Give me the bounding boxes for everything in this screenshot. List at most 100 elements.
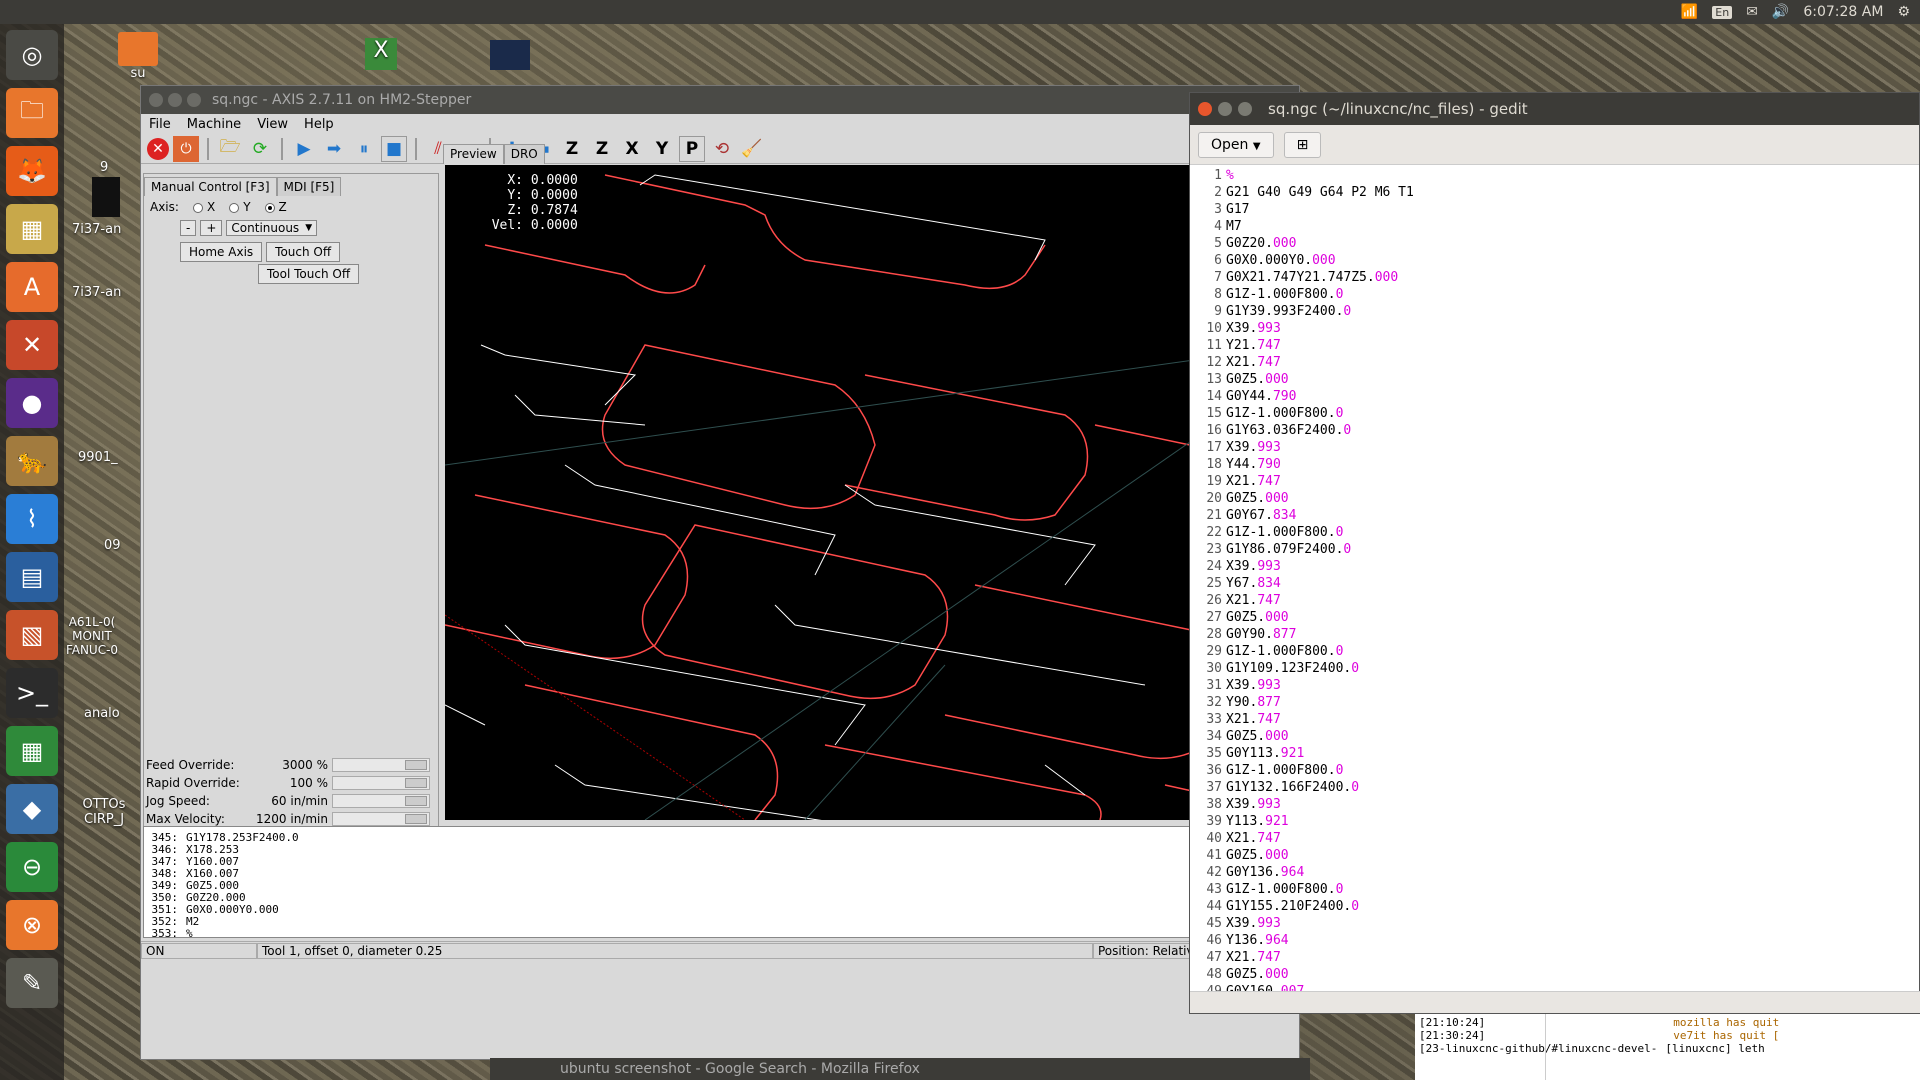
close-button[interactable] bbox=[1198, 102, 1212, 116]
desktop-icon-folder[interactable]: su bbox=[118, 32, 158, 81]
axis-radio-x[interactable]: X bbox=[192, 200, 215, 214]
axis-radio-z[interactable]: Z bbox=[264, 200, 287, 214]
menubar: File Machine View Help bbox=[141, 114, 1299, 134]
reload-icon[interactable]: ⟳ bbox=[247, 136, 273, 162]
editor-line: 45 X39.993 bbox=[1206, 916, 1281, 931]
spreadsheet-file-icon[interactable]: X bbox=[365, 38, 397, 70]
impress-icon[interactable]: ▧ bbox=[6, 610, 58, 660]
window-title: sq.ngc - AXIS 2.7.11 on HM2-Stepper bbox=[212, 92, 472, 108]
desktop-file-icon[interactable] bbox=[92, 177, 120, 217]
xampp-icon[interactable]: ⊗ bbox=[6, 900, 58, 950]
volume-icon[interactable]: 🔊 bbox=[1772, 4, 1789, 20]
editor-line: 41 G0Z5.000 bbox=[1206, 848, 1289, 863]
terminal-icon[interactable]: >_ bbox=[6, 668, 58, 718]
clear-plot-icon[interactable]: 🧹 bbox=[739, 136, 765, 162]
left-panel: Manual Control [F3] MDI [F5] Axis: X Y Z… bbox=[143, 173, 439, 898]
tool-touch-off-button[interactable]: Tool Touch Off bbox=[258, 264, 360, 284]
preview-tabs: Preview DRO bbox=[443, 144, 545, 164]
editor-line: 24 X39.993 bbox=[1206, 559, 1281, 574]
feed-override-slider[interactable] bbox=[332, 758, 430, 772]
gedit-titlebar[interactable]: sq.ngc (~/linuxcnc/nc_files) - gedit bbox=[1190, 93, 1919, 125]
editor-line: 10 X39.993 bbox=[1206, 321, 1281, 336]
axis-radio-y[interactable]: Y bbox=[229, 200, 251, 214]
gedit-window: sq.ngc (~/linuxcnc/nc_files) - gedit Ope… bbox=[1189, 92, 1920, 1014]
editor-line: 34 G0Z5.000 bbox=[1206, 729, 1289, 744]
wifi-icon[interactable]: 📶 bbox=[1681, 4, 1698, 20]
calculator-icon[interactable]: ▦ bbox=[6, 204, 58, 254]
editor-line: 29 G1Z-1.000F800.0 bbox=[1206, 644, 1344, 659]
view-p-icon[interactable]: P bbox=[679, 135, 705, 162]
toolpath-plot bbox=[445, 174, 1301, 820]
linuxcnc-icon[interactable]: ⊖ bbox=[6, 842, 58, 892]
eclipse-icon[interactable]: ● bbox=[6, 378, 58, 428]
ubuntu-dash-icon[interactable]: ◎ bbox=[6, 30, 58, 80]
mail-icon[interactable]: ✉ bbox=[1746, 4, 1758, 20]
editor-line: 12 X21.747 bbox=[1206, 355, 1281, 370]
text-editor-icon[interactable]: ✎ bbox=[6, 958, 58, 1008]
toolpath-preview[interactable]: X: 0.0000 Y: 0.0000 Z: 0.7874 Vel: 0.000… bbox=[445, 165, 1301, 820]
home-axis-button[interactable]: Home Axis bbox=[180, 242, 263, 262]
software-center-icon[interactable]: A bbox=[6, 262, 58, 312]
minimize-button[interactable] bbox=[1218, 102, 1232, 116]
firefox-window-titlebar[interactable]: ubuntu screenshot - Google Search - Mozi… bbox=[490, 1058, 1310, 1080]
new-tab-icon[interactable]: ⊞ bbox=[1283, 131, 1322, 158]
firefox-icon[interactable]: 🦊 bbox=[6, 146, 58, 196]
open-button[interactable]: Open ▼ bbox=[1198, 131, 1274, 158]
close-button[interactable] bbox=[149, 93, 163, 107]
estop-icon[interactable]: ✕ bbox=[147, 137, 169, 160]
files-icon[interactable]: 🗀 bbox=[6, 88, 58, 138]
view-x-icon[interactable]: X bbox=[619, 136, 645, 162]
screenshot-file-icon[interactable] bbox=[490, 40, 530, 70]
clock[interactable]: 6:07:28 AM bbox=[1803, 4, 1883, 20]
menu-file[interactable]: File bbox=[149, 117, 171, 132]
maximize-button[interactable] bbox=[1238, 102, 1252, 116]
menu-view[interactable]: View bbox=[257, 117, 288, 132]
editor-line: 17 X39.993 bbox=[1206, 440, 1281, 455]
run-icon[interactable]: ▶ bbox=[291, 136, 317, 162]
jog-minus-button[interactable]: - bbox=[180, 220, 197, 236]
view-z-icon[interactable]: Z bbox=[559, 136, 585, 162]
jog-plus-button[interactable]: + bbox=[200, 220, 223, 236]
chevron-down-icon: ▼ bbox=[1252, 140, 1261, 152]
pause-icon[interactable]: ⏸ bbox=[351, 136, 377, 162]
settings-icon[interactable]: ✕ bbox=[6, 320, 58, 370]
tab-mdi[interactable]: MDI [F5] bbox=[276, 177, 342, 196]
minimize-button[interactable] bbox=[168, 93, 182, 107]
view-y-icon[interactable]: Y bbox=[649, 136, 675, 162]
menu-help[interactable]: Help bbox=[304, 117, 334, 132]
axis-titlebar[interactable]: sq.ngc - AXIS 2.7.11 on HM2-Stepper bbox=[141, 86, 1299, 114]
menu-machine[interactable]: Machine bbox=[187, 117, 241, 132]
calc-icon[interactable]: ▦ bbox=[6, 726, 58, 776]
tab-preview[interactable]: Preview bbox=[443, 144, 504, 164]
stop-icon[interactable]: ■ bbox=[381, 135, 407, 162]
rapid-override-slider[interactable] bbox=[332, 776, 430, 790]
tab-dro[interactable]: DRO bbox=[503, 144, 545, 164]
writer-icon[interactable]: ▤ bbox=[6, 552, 58, 602]
power-icon[interactable]: ⏻ bbox=[173, 135, 199, 162]
monitor-icon[interactable]: ⌇ bbox=[6, 494, 58, 544]
editor-line: 36 G1Z-1.000F800.0 bbox=[1206, 763, 1344, 778]
python-icon[interactable]: ◆ bbox=[6, 784, 58, 834]
jog-speed-label: Jog Speed: bbox=[146, 794, 210, 808]
editor-line: 2 G21 G40 G49 G64 P2 M6 T1 bbox=[1214, 185, 1414, 200]
step-icon[interactable]: ➡ bbox=[321, 136, 347, 162]
rotate-icon[interactable]: ⟲ bbox=[709, 136, 735, 162]
editor-line: 1% bbox=[1214, 168, 1234, 183]
tab-manual-control[interactable]: Manual Control [F3] bbox=[144, 177, 277, 196]
cheetah-icon[interactable]: 🐆 bbox=[6, 436, 58, 486]
touch-off-button[interactable]: Touch Off bbox=[266, 242, 341, 262]
editor-line: 19 X21.747 bbox=[1206, 474, 1281, 489]
jog-mode-select[interactable]: Continuous ▼ bbox=[226, 220, 318, 236]
open-file-icon[interactable]: 🗁 bbox=[217, 136, 243, 162]
jog-speed-slider[interactable] bbox=[332, 794, 430, 808]
gcode-line: 348: X160.007 bbox=[151, 867, 239, 880]
maximize-button[interactable] bbox=[187, 93, 201, 107]
view-z2-icon[interactable]: Z bbox=[589, 136, 615, 162]
editor-text-area[interactable]: 1% 2 G21 G40 G49 G64 P2 M6 T1 3 G17 4 M7 5 G0Z20… bbox=[1190, 167, 1920, 992]
max-velocity-slider[interactable] bbox=[332, 812, 430, 826]
keyboard-layout-indicator[interactable]: En bbox=[1712, 5, 1733, 19]
gear-icon[interactable]: ⚙ bbox=[1897, 4, 1910, 20]
editor-line: 22 G1Z-1.000F800.0 bbox=[1206, 525, 1344, 540]
desktop-icon-label: 9 bbox=[100, 160, 109, 175]
gcode-listing[interactable]: 345: G1Y178.253F2400.0 346: X178.253 347: Y… bbox=[143, 826, 1299, 938]
